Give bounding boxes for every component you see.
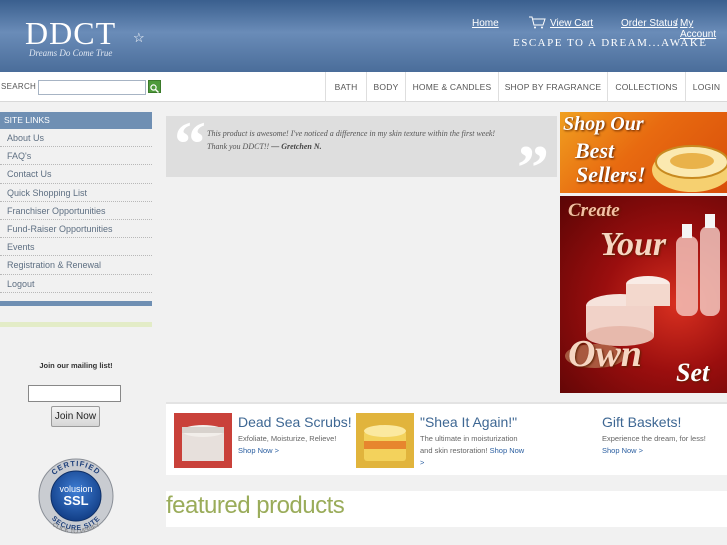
sidebar-item-faqs[interactable]: FAQ's (0, 147, 152, 166)
sidebar-item-registration-renewal[interactable]: Registration & Renewal (0, 256, 152, 275)
link-separator: / (675, 18, 678, 29)
open-quote-icon: “ (174, 108, 206, 179)
shop-now-link[interactable]: Shop Now (490, 446, 525, 455)
header-slogan: ESCAPE TO A DREAM...AWAKE (513, 37, 708, 49)
shop-now-link[interactable]: Shop Now > (238, 445, 279, 457)
sidebar-item-events[interactable]: Events (0, 238, 152, 257)
nav-collections[interactable]: COLLECTIONS (607, 72, 685, 102)
site-header: DDCT ☆ Dreams Do Come True Home View Car… (0, 0, 727, 72)
nav-home-candles[interactable]: HOME & CANDLES (405, 72, 498, 102)
product-title[interactable]: Gift Baskets! (602, 414, 681, 430)
main-nav: SEARCH BATH BODY HOME & CANDLES SHOP BY … (0, 72, 727, 102)
best-sellers-line1: Shop Our (563, 113, 644, 135)
mailing-email-field[interactable] (28, 385, 121, 402)
product-description: Exfoliate, Moisturize, Relieve! (238, 434, 337, 443)
product-description: Experience the dream, for less! (602, 434, 706, 443)
sidebar-item-about-us[interactable]: About Us (0, 129, 152, 148)
sidebar-item-franchiser-opportunities[interactable]: Franchiser Opportunities (0, 202, 152, 220)
product-title[interactable]: Dead Sea Scrubs! (238, 414, 352, 430)
shea-butter-image[interactable] (356, 413, 414, 468)
home-link[interactable]: Home (472, 18, 499, 29)
create-line3: Own (568, 333, 642, 375)
sidebar-item-fund-raiser-opportunities[interactable]: Fund-Raiser Opportunities (0, 220, 152, 239)
best-sellers-banner[interactable]: Shop Our Best Sellers! (560, 112, 727, 193)
testimonial-text: This product is awesome! I've noticed a … (207, 127, 512, 153)
search-input[interactable] (38, 80, 146, 95)
logo-tagline: Dreams Do Come True (29, 48, 113, 58)
sidebar-item-quick-shopping-list[interactable]: Quick Shopping List (0, 184, 152, 202)
site-links-heading: SITE LINKS (0, 112, 152, 129)
create-your-own-set-banner[interactable]: Create Your Own Set (560, 196, 727, 393)
close-quote-icon: ” (517, 132, 549, 203)
featured-products-heading: featured products (166, 492, 345, 519)
nav-shop-by-fragrance[interactable]: SHOP BY FRAGRANCE (498, 72, 607, 102)
sidebar-divider (0, 322, 152, 327)
testimonial-quote: This product is awesome! I've noticed a … (207, 129, 496, 151)
nav-login[interactable]: LOGIN (685, 72, 727, 102)
sidebar-divider (0, 301, 152, 306)
site-logo[interactable]: DDCT ☆ Dreams Do Come True (25, 16, 155, 68)
sidebar-item-contact-us[interactable]: Contact Us (0, 165, 152, 184)
cart-icon[interactable] (528, 16, 546, 29)
dead-sea-scrub-image[interactable] (174, 413, 232, 468)
view-cart-link[interactable]: View Cart (550, 18, 593, 29)
product-promo-strip: Dead Sea Scrubs! Exfoliate, Moisturize, … (166, 402, 727, 475)
testimonial-box: “ ” This product is awesome! I've notice… (166, 112, 557, 200)
shop-now-arrow[interactable]: > (420, 457, 424, 469)
testimonial-author: — Gretchen N. (271, 142, 322, 151)
product-title[interactable]: "Shea It Again!" (420, 414, 517, 430)
product-description: The ultimate in moisturization (420, 434, 518, 443)
join-now-button[interactable]: Join Now (51, 406, 100, 427)
nav-bath[interactable]: BATH (325, 72, 366, 102)
search-go-button[interactable] (148, 80, 161, 93)
best-sellers-line2: Best (575, 138, 615, 163)
create-line1: Create (568, 200, 620, 221)
sidebar-item-logout[interactable]: Logout (0, 275, 152, 293)
order-status-link[interactable]: Order Status (621, 18, 678, 29)
product-description-cont: and skin restoration! (420, 446, 490, 455)
best-sellers-line3: Sellers! (576, 162, 646, 187)
sidebar: SITE LINKS About Us FAQ's Contact Us Qui… (0, 112, 152, 293)
ssl-label-text: SSL (63, 493, 88, 508)
mailing-list-heading: Join our mailing list! (39, 361, 113, 370)
shop-now-link[interactable]: Shop Now > (602, 445, 643, 457)
create-line4: Set (676, 358, 710, 387)
product-description: and skin restoration! Shop Now (420, 445, 524, 457)
nav-body[interactable]: BODY (366, 72, 405, 102)
search-icon (150, 84, 159, 93)
search-label: SEARCH (1, 82, 37, 91)
create-line2: Your (600, 226, 667, 263)
star-icon: ☆ (133, 30, 145, 45)
ssl-seal[interactable]: CERTIFIED volusion SSL SECURE SITE CLICK… (34, 454, 118, 542)
